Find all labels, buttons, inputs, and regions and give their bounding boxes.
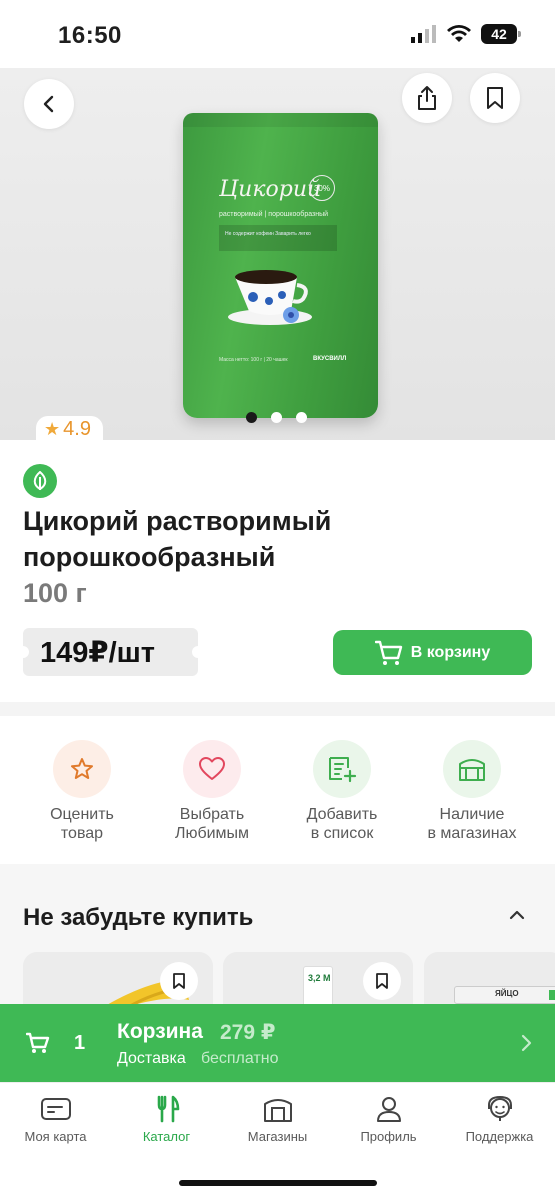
- tab-label: Магазины: [247, 1129, 308, 1144]
- star-icon: ★: [44, 418, 61, 439]
- bookmark-icon: [487, 87, 503, 109]
- store-availability-label: Наличие в магазинах: [427, 806, 517, 842]
- chevron-up-icon: [509, 910, 525, 920]
- tab-label: Каталог: [142, 1129, 191, 1144]
- egg-carton-image: ЯЙЦО: [454, 986, 555, 1004]
- package-seal: [183, 113, 378, 127]
- cart-icon: [374, 640, 402, 665]
- bookmark-button[interactable]: [363, 962, 401, 1000]
- egg-carton-label: ЯЙЦО: [495, 989, 519, 998]
- milk-carton-label: 3,2 М: [308, 973, 331, 983]
- share-button[interactable]: [402, 73, 452, 123]
- pagination-dot[interactable]: [296, 412, 307, 423]
- package-percent-badge: 30%: [309, 175, 335, 201]
- status-bar: 16:50 42: [0, 0, 555, 68]
- tab-label: Профиль: [360, 1129, 417, 1144]
- person-icon: [376, 1097, 401, 1122]
- bookmark-button[interactable]: [470, 73, 520, 123]
- status-time: 16:50: [58, 22, 122, 49]
- cart-bar[interactable]: 1 Корзина 279 ₽ Доставка бесплатно: [0, 1004, 555, 1082]
- rate-product-action[interactable]: Оценить товар: [17, 716, 147, 864]
- price-tag: 149₽/шт: [17, 628, 204, 676]
- section-divider: [0, 702, 555, 716]
- home-indicator: [179, 1180, 377, 1186]
- back-button[interactable]: [24, 79, 74, 129]
- product-package-image: Цикорий 30% растворимый | порошкообразны…: [183, 113, 378, 418]
- product-image-gallery[interactable]: Цикорий 30% растворимый | порошкообразны…: [0, 68, 555, 440]
- cellular-signal-icon: [411, 25, 436, 43]
- add-to-cart-button[interactable]: В корзину: [333, 630, 532, 675]
- package-subtitle: растворимый | порошкообразный: [219, 211, 329, 218]
- store-icon: [263, 1099, 292, 1122]
- rate-product-label: Оценить товар: [50, 806, 114, 842]
- package-footer: Масса нетто: 100 г | 20 чашек: [219, 357, 288, 363]
- product-title: Цикорий растворимый порошкообразный: [23, 506, 332, 572]
- tab-label: Моя карта: [24, 1129, 87, 1144]
- add-to-cart-label: В корзину: [410, 643, 491, 661]
- card-icon: [40, 1098, 71, 1120]
- status-icons: 42: [411, 24, 521, 44]
- package-band: Не содержит кофеин Заварить легко: [219, 225, 337, 251]
- collapse-button[interactable]: [508, 908, 526, 926]
- cart-total: 279 ₽: [220, 1021, 276, 1044]
- cart-count: 1: [74, 1032, 86, 1054]
- heart-icon: [183, 740, 241, 798]
- rating-value: 4.9: [63, 417, 91, 440]
- egg-carton-strip: [549, 990, 555, 1000]
- pagination-dot[interactable]: [271, 412, 282, 423]
- battery-icon: 42: [481, 24, 521, 44]
- bookmark-icon: [173, 973, 185, 989]
- delivery-label: Доставка: [117, 1050, 186, 1067]
- add-to-list-action[interactable]: Добавить в список: [277, 716, 407, 864]
- store-availability-action[interactable]: Наличие в магазинах: [407, 716, 537, 864]
- section-divider: [0, 864, 555, 884]
- package-brand: ВКУСВИЛЛ: [313, 356, 347, 362]
- recommendations-section: Не забудьте купить 3,2 М ЯЙЦО: [0, 884, 555, 1042]
- product-weight: 100 г: [23, 578, 87, 608]
- share-icon: [418, 86, 436, 110]
- tab-my-card[interactable]: Моя карта: [0, 1083, 111, 1200]
- cart-title: Корзина: [117, 1020, 203, 1043]
- gallery-pagination: [246, 412, 307, 423]
- store-icon: [443, 740, 501, 798]
- recommendations-title: Не забудьте купить: [23, 904, 254, 931]
- support-icon: [487, 1095, 512, 1121]
- rating-badge[interactable]: ★ 4.9: [36, 416, 103, 442]
- add-to-list-label: Добавить в список: [306, 806, 378, 842]
- chevron-right-icon: [521, 1034, 532, 1052]
- wifi-icon: [447, 25, 471, 42]
- favorite-label: Выбрать Любимым: [174, 806, 250, 842]
- package-title: Цикорий: [219, 177, 322, 202]
- tab-support[interactable]: Поддержка: [444, 1083, 555, 1200]
- coffee-cup-illustration: [228, 270, 312, 325]
- tab-label: Поддержка: [465, 1129, 534, 1144]
- fork-knife-icon: [157, 1095, 179, 1123]
- pagination-dot-active[interactable]: [246, 412, 257, 423]
- delivery-value: бесплатно: [201, 1050, 279, 1067]
- chevron-left-icon: [43, 95, 54, 113]
- favorite-action[interactable]: Выбрать Любимым: [147, 716, 277, 864]
- leaf-icon: [23, 464, 57, 498]
- cart-icon: [26, 1032, 50, 1053]
- star-icon: [53, 740, 111, 798]
- bookmark-icon: [376, 973, 388, 989]
- bookmark-button[interactable]: [160, 962, 198, 1000]
- product-actions: Оценить товар Выбрать Любимым Добавить в…: [0, 716, 555, 864]
- add-to-list-icon: [313, 740, 371, 798]
